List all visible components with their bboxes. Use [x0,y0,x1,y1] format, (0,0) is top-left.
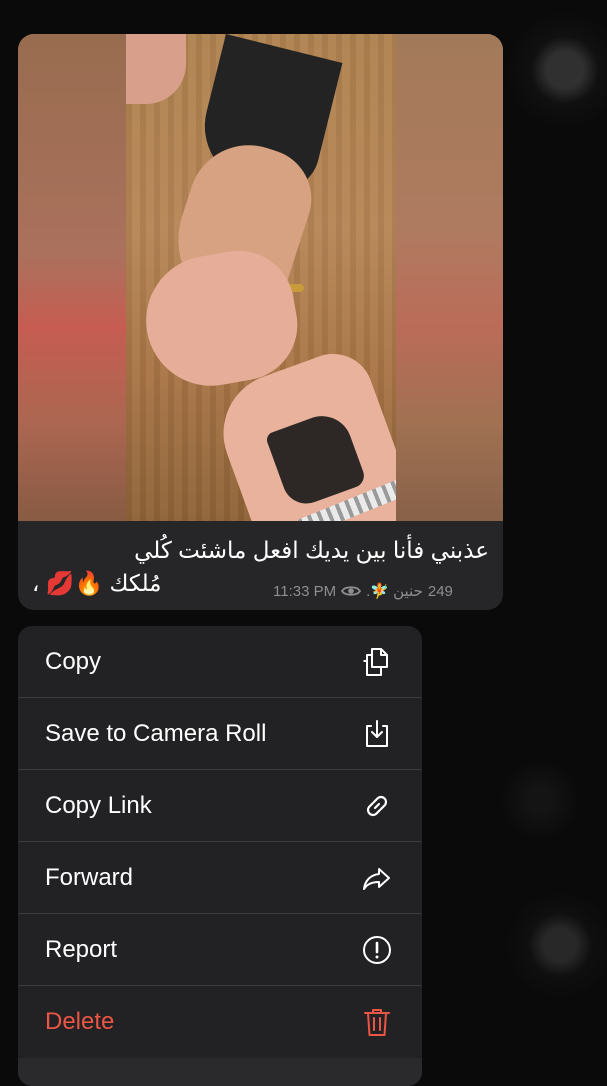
menu-item-copy-link[interactable]: Copy Link [18,770,422,842]
menu-item-label: Copy [45,648,102,675]
message-bubble[interactable]: عذبني فأنا بين يديك افعل ماشئت كُلي مُلك… [18,34,503,610]
menu-item-label: Save to Camera Roll [45,720,267,747]
menu-item-label: Report [45,936,118,963]
menu-item-label: Delete [45,1008,115,1035]
message-meta: 11:33 PM حنين 🧚. 249 [273,578,453,604]
menu-footer [18,1058,422,1086]
menu-item-label: Copy Link [45,792,152,819]
menu-item-save-to-camera-roll[interactable]: Save to Camera Roll [18,698,422,770]
copy-icon [363,648,388,676]
author-signature: حنين 🧚. [366,583,423,600]
menu-item-report[interactable]: Report [18,914,422,986]
photo-blur-left [18,34,126,521]
time-label: 11:33 PM [273,582,337,600]
photo-content [126,34,426,521]
menu-item-forward[interactable]: Forward [18,842,422,914]
save-download-icon [366,720,388,747]
message-photo[interactable] [18,34,503,521]
message-caption: عذبني فأنا بين يديك افعل ماشئت كُلي مُلك… [32,534,489,596]
menu-item-copy[interactable]: Copy [18,626,422,698]
photo-blur-right [396,34,503,521]
caption-line-1: عذبني فأنا بين يديك افعل ماشئت كُلي [134,537,489,563]
exclamation-circle-icon [363,936,391,964]
menu-item-delete[interactable]: Delete [18,986,422,1058]
menu-item-label: Forward [45,864,134,891]
context-menu: Copy Save to Camera Roll Copy Link Forwa… [18,626,422,1086]
caption-line-2: مُلكك 🔥💋 ، [32,570,162,596]
trash-icon [364,1009,390,1036]
views-eye-icon [341,586,362,596]
link-icon [366,795,388,817]
views-count: 249 [427,582,453,600]
forward-arrow-icon [363,868,390,890]
